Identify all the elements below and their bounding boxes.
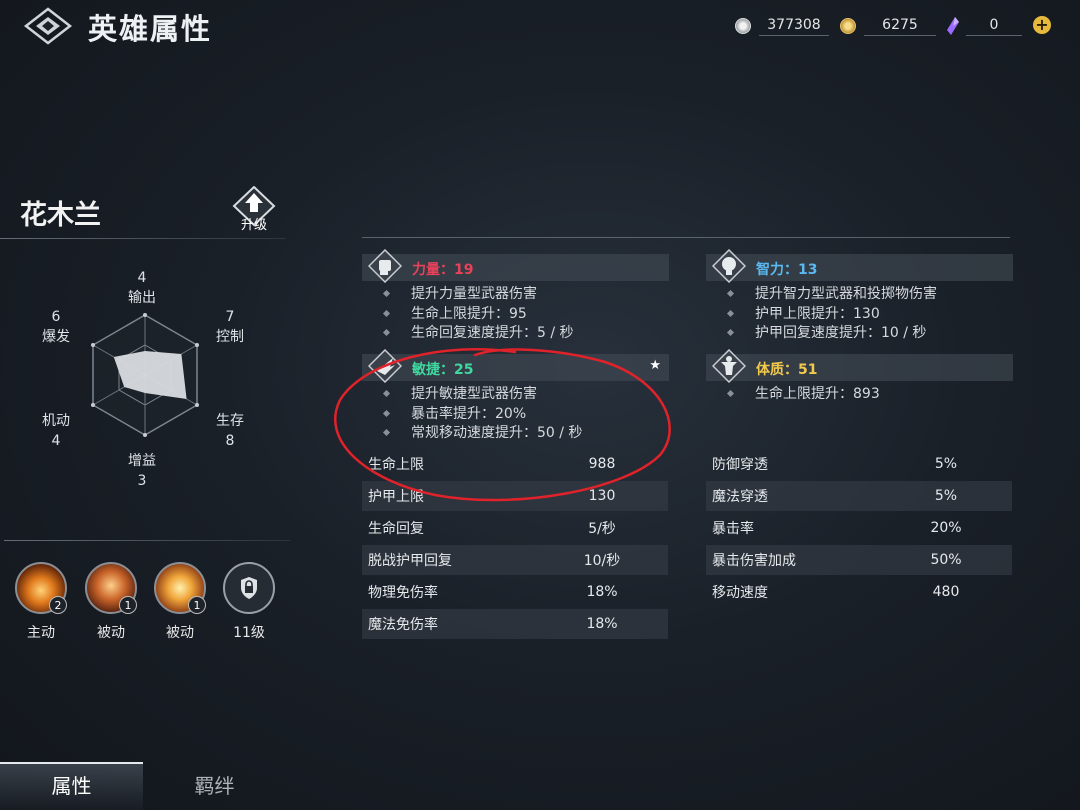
constitution-header: 体质：51 <box>706 349 1013 383</box>
skill-level-badge: 1 <box>188 596 206 614</box>
silver-coin-icon <box>735 18 751 34</box>
skill-slot[interactable]: 1 被动 <box>85 562 137 641</box>
body-icon <box>712 349 746 383</box>
stat-name: 防御穿透 <box>712 457 768 473</box>
bullet-text: 生命上限提升：893 <box>755 386 880 402</box>
purple-crystal-icon <box>947 17 959 35</box>
skill-label: 主动 <box>27 625 55 641</box>
bullet-text: 提升力量型武器伤害 <box>411 286 537 302</box>
stat-name: 暴击伤害加成 <box>712 553 796 569</box>
constitution-title: 体质：51 <box>756 362 818 378</box>
stat-name: 脱战护甲回复 <box>368 553 452 569</box>
tab-label: 羁绊 <box>194 774 235 798</box>
stat-name: 生命回复 <box>368 521 424 537</box>
radar-axis-mobility: 机动 4 <box>42 413 70 449</box>
crystal-amount: 0 <box>966 17 1022 36</box>
radar-chart <box>91 313 199 437</box>
bullet-text: 提升智力型武器和投掷物伤害 <box>755 286 937 302</box>
stat-name: 移动速度 <box>712 585 768 601</box>
table-row: 移动速度 480 <box>706 577 1012 607</box>
strength-header: 力量：19 <box>362 249 669 283</box>
intellect-details: 提升智力型武器和投掷物伤害 护甲上限提升：130 护甲回复速度提升：10 / 秒 <box>706 285 937 344</box>
skill-label: 被动 <box>97 625 125 641</box>
strength-details: 提升力量型武器伤害 生命上限提升：95 生命回复速度提升：5 / 秒 <box>362 285 574 344</box>
annotation-circle <box>334 348 671 502</box>
intellect-title: 智力：13 <box>756 262 818 278</box>
upgrade-label: 升级 <box>240 218 267 233</box>
radar-axis-buff: 增益 3 <box>128 453 156 489</box>
skill-unlock-label: 11级 <box>233 625 265 641</box>
silver-amount: 377308 <box>759 17 829 36</box>
tab-label: 属性 <box>51 774 92 798</box>
page-title: 英雄属性 <box>88 12 213 46</box>
skill-level-badge: 1 <box>119 596 137 614</box>
stat-value: 18% <box>586 584 618 600</box>
stat-value: 20% <box>930 520 962 536</box>
plus-icon[interactable]: + <box>1033 16 1051 34</box>
stat-value: 10/秒 <box>583 553 621 569</box>
divider <box>0 238 286 239</box>
radar-vertex <box>195 343 199 347</box>
tab-active-indicator <box>0 762 143 764</box>
intellect-header: 智力：13 <box>706 249 1013 283</box>
skill-slot[interactable]: 2 主动 <box>15 562 67 641</box>
bullet-text: 护甲上限提升：130 <box>755 305 880 322</box>
stat-name: 物理免伤率 <box>368 585 438 601</box>
strength-title: 力量：19 <box>412 262 474 278</box>
skill-label: 被动 <box>166 625 194 641</box>
tab-bonds[interactable]: 羁绊 <box>143 762 286 810</box>
table-row: 暴击伤害加成 50% <box>706 545 1012 575</box>
stat-value: 18% <box>586 616 618 632</box>
currency-gold: 6275 <box>840 14 936 38</box>
table-row: 脱战护甲回复 10/秒 <box>362 545 668 575</box>
table-row: 魔法穿透 5% <box>706 481 1012 511</box>
skill-slot[interactable]: 1 被动 <box>154 562 206 641</box>
skill-level-badge: 2 <box>49 596 67 614</box>
stat-value: 50% <box>930 552 962 568</box>
stat-name: 暴击率 <box>712 521 754 537</box>
tab-attributes[interactable]: 属性 <box>0 762 143 810</box>
constitution-details: 生命上限提升：893 <box>706 385 880 405</box>
stat-value: 480 <box>932 584 960 600</box>
fist-icon <box>368 249 402 283</box>
radar-vertex <box>143 433 147 437</box>
bullet-text: 生命回复速度提升：5 / 秒 <box>411 325 574 341</box>
stats-table-right: 防御穿透 5% 魔法穿透 5% 暴击率 20% 暴击伤害加成 50% 移动速度 480 <box>706 449 1012 607</box>
bullet-text: 护甲回复速度提升：10 / 秒 <box>755 325 927 341</box>
currency-crystal: 0 <box>946 14 1022 38</box>
stat-value: 5% <box>934 488 958 504</box>
radar-vertex <box>195 403 199 407</box>
currency-silver: 377308 <box>735 14 829 38</box>
radar-vertex <box>143 313 147 317</box>
gold-coin-icon <box>840 18 856 34</box>
stat-value: 5/秒 <box>588 521 616 537</box>
upgrade-button[interactable]: 升级 <box>226 186 282 234</box>
table-row: 魔法免伤率 18% <box>362 609 668 639</box>
radar-axis-control: 7 控制 <box>216 309 244 345</box>
gold-amount: 6275 <box>864 17 936 36</box>
divider <box>362 237 1010 238</box>
back-emblem-icon[interactable] <box>22 6 74 46</box>
lock-shield-icon <box>223 562 275 614</box>
hero-name: 花木兰 <box>20 200 101 231</box>
table-row: 防御穿透 5% <box>706 449 1012 479</box>
stat-name: 魔法免伤率 <box>368 617 438 633</box>
divider <box>4 540 290 541</box>
radar-axis-output: 4 输出 <box>128 270 156 306</box>
brain-icon <box>712 249 746 283</box>
locked-skill-slot[interactable]: 11级 <box>223 562 275 641</box>
radar-axis-survival: 生存 8 <box>216 413 244 449</box>
bullet-text: 生命上限提升：95 <box>411 305 527 322</box>
radar-vertex <box>91 403 95 407</box>
radar-vertex <box>91 343 95 347</box>
radar-axis-burst: 6 爆发 <box>42 309 70 345</box>
table-row: 暴击率 20% <box>706 513 1012 543</box>
stat-name: 魔法穿透 <box>712 489 768 505</box>
table-row: 生命回复 5/秒 <box>362 513 668 543</box>
stat-value: 5% <box>934 456 958 472</box>
table-row: 物理免伤率 18% <box>362 577 668 607</box>
